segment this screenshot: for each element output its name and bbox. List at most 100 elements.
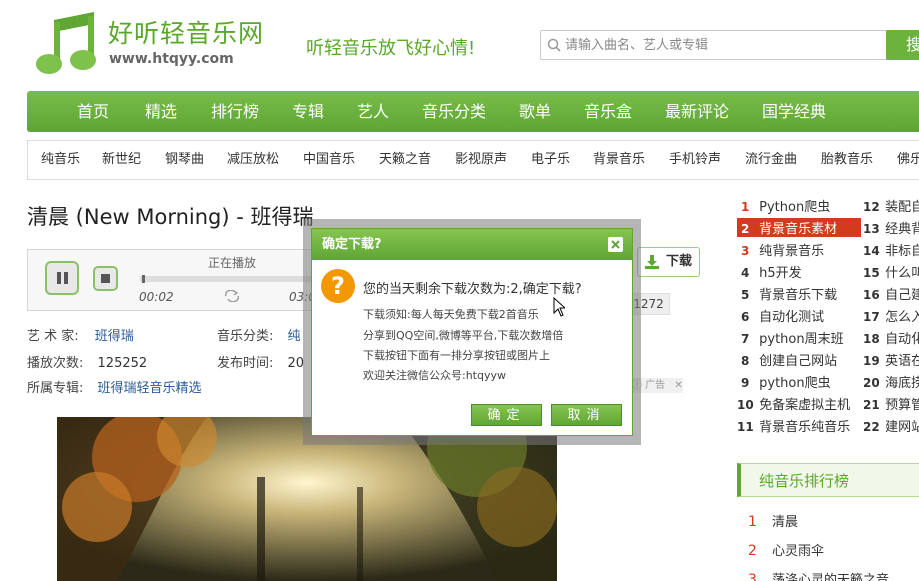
hot-search-item[interactable]: 20 海底捞 bbox=[863, 372, 919, 391]
search-button[interactable]: 搜 bbox=[886, 30, 919, 60]
hot-search-item[interactable]: 9 python爬虫 bbox=[741, 372, 831, 391]
ad-close-icon[interactable]: ✕ bbox=[674, 380, 682, 391]
subnav-item[interactable]: 天籁之音 bbox=[379, 141, 431, 179]
nav-item-categories[interactable]: 音乐分类 bbox=[422, 91, 486, 132]
hot-search-item[interactable]: 6 自动化测试 bbox=[741, 306, 824, 325]
nav-item-albums[interactable]: 专辑 bbox=[292, 91, 324, 132]
hot-search-item[interactable]: 21 预算管 bbox=[863, 394, 919, 413]
nav-item-artists[interactable]: 艺人 bbox=[357, 91, 389, 132]
hot-search-item[interactable]: 11 背景音乐纯音乐 bbox=[737, 416, 850, 435]
subnav-item[interactable]: 中国音乐 bbox=[303, 141, 355, 179]
hot-search-item[interactable]: 12 装配自 bbox=[863, 196, 919, 215]
artist-row: 艺 术 家: 班得瑞 bbox=[27, 325, 134, 344]
progress-handle[interactable] bbox=[142, 275, 145, 283]
category-label: 音乐分类: bbox=[217, 329, 274, 344]
song-title: 清晨 (New Morning) - 班得瑞 bbox=[27, 205, 314, 229]
hot-search-item[interactable]: 5 背景音乐下载 bbox=[741, 284, 837, 303]
plays-label: 播放次数: bbox=[27, 356, 84, 371]
pause-icon bbox=[57, 272, 61, 284]
artist-label: 艺 术 家: bbox=[27, 329, 79, 344]
loop-icon[interactable] bbox=[223, 290, 241, 302]
subnav-item[interactable]: 电子乐 bbox=[531, 141, 570, 179]
dialog-note: 分享到QQ空间,微博等平台,下载次数增倍 bbox=[363, 329, 564, 342]
site-url: www.htqyy.com bbox=[109, 51, 234, 67]
nav-item-latest-comments[interactable]: 最新评论 bbox=[665, 91, 729, 132]
subnav-item[interactable]: 新世纪 bbox=[102, 141, 141, 179]
subnav-item[interactable]: 影视原声 bbox=[455, 141, 507, 179]
subnav-item[interactable]: 流行金曲 bbox=[745, 141, 797, 179]
hot-search-item[interactable]: 1 Python爬虫 bbox=[741, 196, 830, 215]
hot-search-item[interactable]: 19 英语在 bbox=[863, 350, 919, 369]
hot-search-item[interactable]: 18 自动化 bbox=[863, 328, 919, 347]
current-time: 00:02 bbox=[139, 290, 174, 304]
hot-search-item[interactable]: 10 免备案虚拟主机 bbox=[737, 394, 850, 413]
close-icon[interactable] bbox=[608, 237, 623, 252]
logo-music-note-icon[interactable] bbox=[34, 10, 100, 78]
player-status: 正在播放 bbox=[208, 256, 257, 270]
plays-row: 播放次数: 125252 bbox=[27, 352, 147, 371]
hot-search-item[interactable]: 2 背景音乐素材 bbox=[737, 218, 861, 237]
search-input[interactable] bbox=[565, 31, 885, 59]
hot-search-item[interactable]: 3 纯背景音乐 bbox=[741, 240, 824, 259]
dialog-message: 您的当天剩余下载次数为:2,确定下载? bbox=[363, 282, 582, 297]
hot-search-item[interactable]: 4 h5开发 bbox=[741, 262, 802, 281]
pause-button[interactable] bbox=[45, 261, 79, 295]
album-row: 所属专辑: 班得瑞轻音乐精选 bbox=[27, 377, 202, 396]
hot-search-item[interactable]: 13 经典背 bbox=[863, 218, 919, 237]
download-label: 下载 bbox=[666, 254, 693, 269]
chart-box-title[interactable]: 纯音乐排行榜 bbox=[759, 470, 849, 491]
artist-link[interactable]: 班得瑞 bbox=[95, 329, 134, 344]
confirm-button[interactable]: 确定 bbox=[471, 404, 542, 426]
nav-item-featured[interactable]: 精选 bbox=[145, 91, 177, 132]
subnav-item[interactable]: 手机铃声 bbox=[669, 141, 721, 179]
hot-search-item[interactable]: 14 非标自 bbox=[863, 240, 919, 259]
hot-search-item[interactable]: 22 建网站 bbox=[863, 416, 919, 435]
search-box bbox=[540, 30, 890, 60]
plays-count: 125252 bbox=[97, 356, 148, 371]
subnav-item[interactable]: 减压放松 bbox=[227, 141, 279, 179]
subnav-item[interactable]: 佛乐 bbox=[897, 141, 919, 179]
subnav-item[interactable]: 钢琴曲 bbox=[165, 141, 204, 179]
nav-item-playlists[interactable]: 歌单 bbox=[519, 91, 551, 132]
album-label: 所属专辑: bbox=[27, 381, 84, 396]
subnav-item[interactable]: 胎教音乐 bbox=[821, 141, 873, 179]
main-nav: 首页 精选 排行榜 专辑 艺人 音乐分类 歌单 音乐盒 最新评论 国学经典 bbox=[27, 91, 919, 132]
site-name[interactable]: 好听轻音乐网 bbox=[108, 14, 264, 50]
stop-button[interactable] bbox=[93, 266, 118, 291]
dialog-note: 下载按钮下面有一排分享按钮或图片上 bbox=[363, 349, 550, 362]
dialog-title: 确定下载? bbox=[312, 229, 632, 260]
hot-search-item[interactable]: 16 自己建 bbox=[863, 284, 919, 303]
subnav-item[interactable]: 背景音乐 bbox=[593, 141, 645, 179]
nav-item-home[interactable]: 首页 bbox=[77, 91, 109, 132]
nav-item-classics[interactable]: 国学经典 bbox=[762, 91, 826, 132]
hot-search-item[interactable]: 7 python周末班 bbox=[741, 328, 844, 347]
nav-item-music-box[interactable]: 音乐盒 bbox=[584, 91, 632, 132]
category-row: 音乐分类: 纯 bbox=[217, 325, 301, 344]
hot-search-item[interactable]: 8 创建自己网站 bbox=[741, 350, 837, 369]
hot-search-item[interactable]: 15 什么叫 bbox=[863, 262, 919, 281]
cancel-button[interactable]: 取消 bbox=[551, 404, 622, 426]
audio-player: 正在播放 00:02 03:0 bbox=[27, 249, 340, 311]
release-row: 发布时间: 20 bbox=[217, 352, 304, 371]
sub-nav: 纯音乐 新世纪 钢琴曲 减压放松 中国音乐 天籁之音 影视原声 电子乐 背景音乐… bbox=[27, 140, 919, 180]
release-label: 发布时间: bbox=[217, 356, 274, 371]
chart-item[interactable]: 3 荡涤心灵的天籁之音 bbox=[748, 569, 889, 581]
nav-item-charts[interactable]: 排行榜 bbox=[211, 91, 259, 132]
hot-search-item[interactable]: 17 怎么入 bbox=[863, 306, 919, 325]
site-slogan: 听轻音乐放飞好心情! bbox=[306, 38, 476, 59]
mouse-cursor-icon bbox=[553, 297, 565, 317]
subnav-item[interactable]: 纯音乐 bbox=[41, 141, 80, 179]
chart-item[interactable]: 2 心灵雨伞 bbox=[748, 540, 824, 559]
dialog-note: 下载须知:每人每天免费下载2首音乐 bbox=[363, 308, 539, 321]
dialog-note: 欢迎关注微信公众号:htqyyw bbox=[363, 369, 506, 382]
download-button[interactable]: 下载 bbox=[637, 247, 700, 277]
download-icon bbox=[645, 255, 659, 269]
ad-text: 广告 bbox=[645, 380, 666, 391]
question-icon: ? bbox=[321, 269, 355, 303]
search-icon bbox=[547, 38, 561, 52]
page: 好听轻音乐网 www.htqyy.com 听轻音乐放飞好心情! 搜 首页 精选 … bbox=[0, 0, 919, 581]
album-link[interactable]: 班得瑞轻音乐精选 bbox=[98, 381, 202, 396]
release-date: 20 bbox=[287, 356, 305, 371]
chart-item[interactable]: 1 清晨 bbox=[748, 511, 798, 530]
category-link[interactable]: 纯 bbox=[288, 329, 301, 344]
